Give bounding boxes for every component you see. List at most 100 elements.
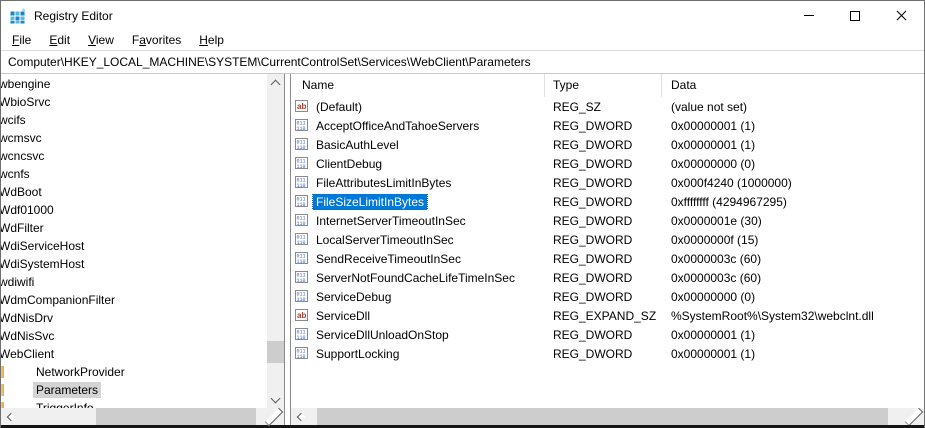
maximize-icon <box>850 11 860 21</box>
address-bar[interactable]: Computer\HKEY_LOCAL_MACHINE\SYSTEM\Curre… <box>1 50 924 74</box>
tree-item-label: WdFilter <box>1 220 47 236</box>
registry-value-row-Default[interactable]: ab(Default)REG_SZ(value not set) <box>291 97 924 116</box>
column-header-data[interactable]: Data <box>662 74 924 97</box>
tree-item-WdiServiceHost[interactable]: WdiServiceHost <box>1 237 267 255</box>
value-name: ServiceDebug <box>313 289 394 305</box>
svg-text:110: 110 <box>297 145 306 151</box>
maximize-button[interactable] <box>832 1 878 30</box>
tree-horizontal-scrollbar[interactable] <box>1 408 284 425</box>
tree-item-label: WdNisDrv <box>1 310 56 326</box>
chevron-down-icon <box>271 393 281 403</box>
tree-item-Wdf01000[interactable]: Wdf01000 <box>1 201 267 219</box>
scroll-left-button[interactable] <box>291 408 308 425</box>
registry-value-row-ServiceDebug[interactable]: 011110ServiceDebugREG_DWORD0x00000000 (0… <box>291 287 924 306</box>
close-button[interactable] <box>878 1 924 30</box>
tree-item-WdNisDrv[interactable]: WdNisDrv <box>1 309 267 327</box>
value-name: SupportLocking <box>313 346 402 362</box>
registry-value-row-InternetServerTimeoutInSec[interactable]: 011110InternetServerTimeoutInSecREG_DWOR… <box>291 211 924 230</box>
scroll-right-button[interactable] <box>907 408 924 425</box>
tree-vertical-scrollbar[interactable] <box>267 74 284 408</box>
menu-item-accelerator: a <box>139 33 146 47</box>
svg-text:110: 110 <box>297 126 306 132</box>
value-data: 0x0000001e (30) <box>662 214 924 228</box>
registry-value-row-AcceptOfficeAndTahoeServers[interactable]: 011110AcceptOfficeAndTahoeServersREG_DWO… <box>291 116 924 135</box>
tree-item-label: wcnfs <box>1 166 33 182</box>
vertical-scroll-thumb[interactable] <box>267 341 284 363</box>
value-type: REG_EXPAND_SZ <box>545 309 662 323</box>
dword-value-icon: 011110 <box>295 138 309 151</box>
menu-item-file[interactable]: File <box>3 31 40 49</box>
tree-item-wdiwifi[interactable]: wdiwifi <box>1 273 267 291</box>
menu-bar: FileEditViewFavoritesHelp <box>1 30 924 50</box>
tree-view: wbengineWbioSrvcwcifswcmsvcwcncsvcwcnfs W… <box>1 74 267 408</box>
menu-item-help[interactable]: Help <box>190 31 233 49</box>
menu-item-accelerator: H <box>199 33 208 47</box>
menu-item-accelerator: F <box>12 33 19 47</box>
tree-item-WbioSrvc[interactable]: WbioSrvc <box>1 93 267 111</box>
registry-value-row-ServiceDll[interactable]: abServiceDllREG_EXPAND_SZ%SystemRoot%\Sy… <box>291 306 924 325</box>
tree-item-WdNisSvc[interactable]: WdNisSvc <box>1 327 267 345</box>
value-name: InternetServerTimeoutInSec <box>313 213 469 229</box>
svg-text:110: 110 <box>297 221 306 227</box>
registry-value-row-SupportLocking[interactable]: 011110SupportLockingREG_DWORD0x00000001 … <box>291 344 924 363</box>
value-type: REG_DWORD <box>545 214 662 228</box>
value-name: ServerNotFoundCacheLifeTimeInSec <box>313 270 518 286</box>
scroll-left-button[interactable] <box>1 408 18 425</box>
tree-item-wbengine[interactable]: wbengine <box>1 75 267 93</box>
column-header-type[interactable]: Type <box>545 74 662 97</box>
value-name: FileSizeLimitInBytes <box>313 194 427 210</box>
tree-item-label: WbioSrvc <box>1 94 53 110</box>
value-type: REG_DWORD <box>545 138 662 152</box>
tree-item-WdFilter[interactable]: WdFilter <box>1 219 267 237</box>
value-type: REG_DWORD <box>545 252 662 266</box>
menu-item-favorites[interactable]: Favorites <box>123 31 190 49</box>
registry-value-row-SendReceiveTimeoutInSec[interactable]: 011110SendReceiveTimeoutInSecREG_DWORD0x… <box>291 249 924 268</box>
registry-value-row-BasicAuthLevel[interactable]: 011110BasicAuthLevelREG_DWORD0x00000001 … <box>291 135 924 154</box>
menu-item-view[interactable]: View <box>79 31 123 49</box>
value-data: 0x00000000 (0) <box>662 290 924 304</box>
tree-item-NetworkProvider[interactable]: NetworkProvider <box>1 363 267 381</box>
dword-value-icon: 011110 <box>295 233 309 246</box>
chevron-left-icon <box>297 412 305 420</box>
svg-text:110: 110 <box>297 240 306 246</box>
tree-item-label: WdiSystemHost <box>1 256 87 272</box>
tree-item-wcncsvc[interactable]: wcncsvc <box>1 147 267 165</box>
tree-item-label: WebClient <box>1 346 57 362</box>
close-icon <box>896 10 907 21</box>
horizontal-scroll-thumb[interactable] <box>317 408 888 425</box>
tree-item-label: WdBoot <box>1 184 45 200</box>
value-data: 0x0000003c (60) <box>662 271 924 285</box>
scroll-up-button[interactable] <box>267 74 284 91</box>
tree-item-TriggerInfo[interactable]: TriggerInfo <box>1 399 267 408</box>
registry-value-row-FileSizeLimitInBytes[interactable]: 011110FileSizeLimitInBytesREG_DWORD0xfff… <box>291 192 924 211</box>
value-type: REG_DWORD <box>545 157 662 171</box>
window-title: Registry Editor <box>34 9 113 23</box>
tree-item-wcifs[interactable]: wcifs <box>1 111 267 129</box>
column-header-name[interactable]: Name <box>291 74 545 97</box>
folder-icon <box>1 384 4 396</box>
registry-value-row-ServerNotFoundCacheLifeTimeInSec[interactable]: 011110ServerNotFoundCacheLifeTimeInSecRE… <box>291 268 924 287</box>
scroll-right-button[interactable] <box>267 408 284 425</box>
registry-value-row-FileAttributesLimitInBytes[interactable]: 011110FileAttributesLimitInBytesREG_DWOR… <box>291 173 924 192</box>
registry-value-row-ClientDebug[interactable]: 011110ClientDebugREG_DWORD0x00000000 (0) <box>291 154 924 173</box>
horizontal-scroll-thumb[interactable] <box>96 408 256 425</box>
minimize-button[interactable] <box>786 1 832 30</box>
tree-item-WdmCompanionFilter[interactable]: WdmCompanionFilter <box>1 291 267 309</box>
tree-item-wcmsvc[interactable]: wcmsvc <box>1 129 267 147</box>
registry-value-row-ServiceDllUnloadOnStop[interactable]: 011110ServiceDllUnloadOnStopREG_DWORD0x0… <box>291 325 924 344</box>
tree-item-label: WdNisSvc <box>1 328 57 344</box>
tree-item-WebClient[interactable]: WebClient <box>1 345 267 363</box>
svg-text:110: 110 <box>297 278 306 284</box>
menu-item-edit[interactable]: Edit <box>40 31 79 49</box>
tree-item-wcnfs[interactable]: wcnfs <box>1 165 267 183</box>
registry-value-row-LocalServerTimeoutInSec[interactable]: 011110LocalServerTimeoutInSecREG_DWORD0x… <box>291 230 924 249</box>
value-name: (Default) <box>313 99 365 115</box>
tree-item-WdBoot[interactable]: WdBoot <box>1 183 267 201</box>
main-area: wbengineWbioSrvcwcifswcmsvcwcncsvcwcnfs W… <box>1 74 924 425</box>
values-horizontal-scrollbar[interactable] <box>291 408 924 425</box>
scroll-down-button[interactable] <box>267 391 284 408</box>
tree-item-Parameters[interactable]: Parameters <box>1 381 267 399</box>
chevron-right-icon <box>905 407 923 425</box>
tree-item-WdiSystemHost[interactable]: WdiSystemHost <box>1 255 267 273</box>
chevron-left-icon <box>7 412 15 420</box>
